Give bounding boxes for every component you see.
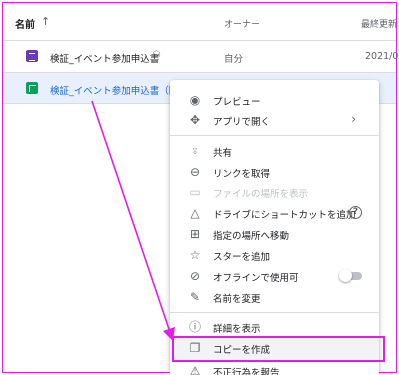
menu-item-label: 名前を変更 [213,294,261,305]
file-modified-date: 2021/08 [365,51,399,62]
move-arrows-icon: ✥ [189,113,201,127]
menu-divider [170,135,379,136]
menu-item-label: ファイルの場所を表示 [213,189,309,200]
offline-toggle[interactable] [339,269,362,282]
file-row[interactable]: 検証_イベント参加申込書 ⚇ 自分 2021/08 [3,41,399,73]
star-icon: ☆ [189,248,201,262]
file-owner: 自分 [224,54,244,65]
menu-item-label: 共有 [213,148,233,159]
menu-item-get-link[interactable]: ⊖ リンクを取得 [170,162,379,182]
menu-item-report-abuse[interactable]: ⚠ 不正行為を報告 [170,361,379,375]
info-icon: ⓘ [188,320,201,334]
menu-item-preview[interactable]: ◉ プレビュー [170,90,379,110]
menu-item-show-file-location: ▭ ファイルの場所を表示 [170,182,379,202]
menu-item-add-star[interactable]: ☆ スターを追加 [170,245,379,265]
menu-item-add-shortcut[interactable]: △ ドライブにショートカットを追加 ? [170,203,379,223]
eye-icon: ◉ [189,93,201,107]
menu-item-label: ドライブにショートカットを追加 [213,210,356,221]
annotation-highlight-box [172,336,385,362]
menu-item-label: アプリで開く [213,117,271,128]
menu-item-available-offline[interactable]: ⊘ オフラインで使用可 [170,266,379,286]
drive-shortcut-icon: △ [190,206,200,220]
offline-icon: ⊘ [189,269,201,283]
sort-ascending-icon[interactable]: ↑ [41,15,50,28]
menu-item-label: プレビュー [213,97,261,108]
menu-item-label: スターを追加 [213,252,271,263]
file-name: 検証_イベント参加申込書 [50,54,160,65]
menu-item-label: リンクを取得 [213,169,271,180]
column-name-header[interactable]: 名前 [15,16,35,31]
google-sheets-icon [26,82,38,94]
add-person-icon: ⍤ [191,144,199,158]
column-owner-header[interactable]: オーナー [224,17,260,30]
menu-item-open-with[interactable]: ✥ アプリで開く › [170,110,379,130]
column-modified-header[interactable]: 最終更新 [361,17,397,30]
menu-item-view-details[interactable]: ⓘ 詳細を表示 [170,317,379,337]
folder-icon: ▭ [189,185,201,199]
menu-item-move-to[interactable]: ⊞ 指定の場所へ移動 [170,224,379,244]
warning-icon: ⚠ [189,364,201,375]
chevron-right-icon: › [351,112,356,126]
file-name: 検証_イベント参加申込書（回答 [50,86,188,97]
shared-people-icon: ⚇ [152,50,161,61]
menu-divider [170,312,379,313]
menu-item-rename[interactable]: ✎ 名前を変更 [170,287,379,307]
menu-item-label: 指定の場所へ移動 [213,231,290,242]
google-forms-icon [26,50,38,62]
help-icon[interactable]: ? [349,206,362,219]
menu-item-label: オフラインで使用可 [213,273,299,284]
menu-item-label: 詳細を表示 [213,324,261,335]
pencil-icon: ✎ [189,290,201,304]
menu-item-label: 不正行為を報告 [213,368,280,375]
move-to-folder-icon: ⊞ [189,227,201,241]
file-list-header: 名前 ↑ オーナー 最終更新 [3,3,397,41]
menu-item-share[interactable]: ⍤ 共有 [170,141,379,161]
link-icon: ⊖ [189,165,201,179]
context-menu: ◉ プレビュー ✥ アプリで開く › ⍤ 共有 ⊖ リンクを取得 ▭ ファイルの… [170,80,379,375]
